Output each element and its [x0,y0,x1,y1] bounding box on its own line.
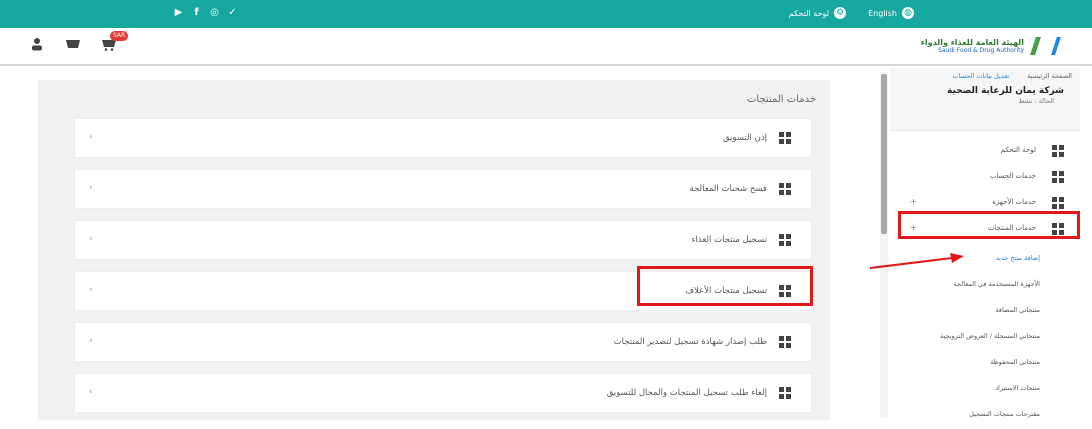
header: SAR الهيئة العامة للغذاء والدواء Saudi F… [0,28,1092,66]
products-services-panel: خدمات المنتجات ‹ إذن التسويق ‹ فسح شحنات… [38,80,830,420]
twitter-icon[interactable]: ✓ [226,6,239,19]
logo-mark-icon [1030,35,1052,57]
company-status: الحالة : نشط [1018,97,1054,105]
submenu-added-products[interactable]: منتجاتي المضافة [995,306,1040,314]
settings-link[interactable]: لوحة التحكم ⚙ [788,7,847,19]
chevron-left-icon: ‹ [89,336,93,346]
grid-icon [1052,145,1064,157]
top-right-links: لوحة التحكم ⚙ English ◍ [789,7,914,19]
service-label: فسح شحنات المعالجة [689,184,768,194]
submenu-processing-devices[interactable]: الأجهزة المستخدمة في المعالجة [954,280,1040,288]
chevron-left-icon: ‹ [89,234,93,244]
service-row-export-certificate[interactable]: ‹ طلب إصدار شهادة تسجيل لتصدير المنتجات [74,322,812,362]
service-row-marketing-permit[interactable]: ‹ إذن التسويق [74,118,812,158]
gear-icon: ⚙ [834,7,847,19]
service-label: إذن التسويق [722,133,767,143]
breadcrumb-home[interactable]: الصفحة الرئيسية [1027,72,1072,80]
sidebar-scroll-thumb[interactable] [881,74,887,234]
highlight-box-product-services [898,211,1080,239]
facebook-icon[interactable]: f [190,6,203,19]
grid-icon [779,183,791,195]
user-icon[interactable] [28,37,46,55]
chevron-left-icon: ‹ [89,285,93,295]
service-row-food-registration[interactable]: ‹ تسجيل منتجات الغذاء [74,220,812,260]
sidebar-item-label: لوحة التحكم [1000,146,1036,154]
grid-icon [779,387,791,399]
service-label: إلغاء طلب تسجيل المنتجات والمحال للتسويق [606,388,767,398]
instagram-icon[interactable]: ◎ [208,6,221,19]
settings-label: لوحة التحكم [788,8,830,18]
annotation-arrow [869,253,964,269]
sidebar-item-label: خدمات الحساب [989,172,1036,180]
grid-icon [779,234,791,246]
submenu-import-products[interactable]: منتجات الاستيراد [995,384,1040,392]
cart-icon[interactable]: SAR [100,31,129,55]
header-icons: SAR [28,31,129,55]
sidebar: الصفحة الرئيسية تعديل بيانات الحساب شركة… [890,68,1080,420]
edit-account-link[interactable]: تعديل بيانات الحساب [952,72,1009,80]
grid-icon [779,132,791,144]
highlight-box-feed-registration [637,266,813,306]
inbox-icon[interactable] [64,37,82,55]
grid-icon [1052,197,1064,209]
account-summary: الصفحة الرئيسية تعديل بيانات الحساب شركة… [890,68,1080,114]
grid-icon [1052,171,1064,183]
youtube-icon[interactable]: ▶ [172,6,185,19]
submenu-add-product[interactable]: إضافة منتج جديد [996,254,1040,262]
service-label: تسجيل منتجات الغذاء [691,235,767,245]
submenu-saved-products[interactable]: منتجاتي المحفوظة [990,358,1040,366]
breadcrumb: الصفحة الرئيسية تعديل بيانات الحساب [952,72,1072,80]
sidebar-item-dashboard[interactable]: لوحة التحكم [890,139,1080,163]
cart-badge: SAR [110,31,129,41]
service-row-shipment-clearance[interactable]: ‹ فسح شحنات المعالجة [74,169,812,209]
expand-icon: + [910,197,917,206]
chevron-left-icon: ‹ [89,132,93,142]
chevron-left-icon: ‹ [89,387,93,397]
chevron-left-icon: ‹ [89,183,93,193]
globe-icon: ◍ [902,7,914,19]
logo-english-text: Saudi Food & Drug Authority [938,47,1024,54]
grid-icon [779,336,791,348]
sfda-logo[interactable]: الهيئة العامة للغذاء والدواء Saudi Food … [921,35,1052,57]
company-name: شركة يمان للرعاية الصحية [947,86,1064,96]
page-title: خدمات المنتجات [747,94,816,105]
sidebar-item-label: خدمات الأجهزة [992,198,1036,206]
service-row-cancel-registration[interactable]: ‹ إلغاء طلب تسجيل المنتجات والمحال للتسو… [74,373,812,413]
service-label: طلب إصدار شهادة تسجيل لتصدير المنتجات [613,337,767,347]
sidebar-item-account-services[interactable]: خدمات الحساب [890,165,1080,189]
language-label: English [868,8,897,18]
logo-arabic-text: الهيئة العامة للغذاء والدواء [920,38,1024,47]
submenu-registration-proposals[interactable]: مقترحات منتجات التسجيل [969,410,1040,418]
social-links: ▶ f ◎ ✓ [172,6,239,19]
top-bar: ▶ f ◎ ✓ لوحة التحكم ⚙ English ◍ [0,0,1092,28]
submenu-registered-products[interactable]: منتجاتي المسجلة / العروض الترويجية [940,332,1040,340]
language-switch[interactable]: English ◍ [868,7,914,19]
